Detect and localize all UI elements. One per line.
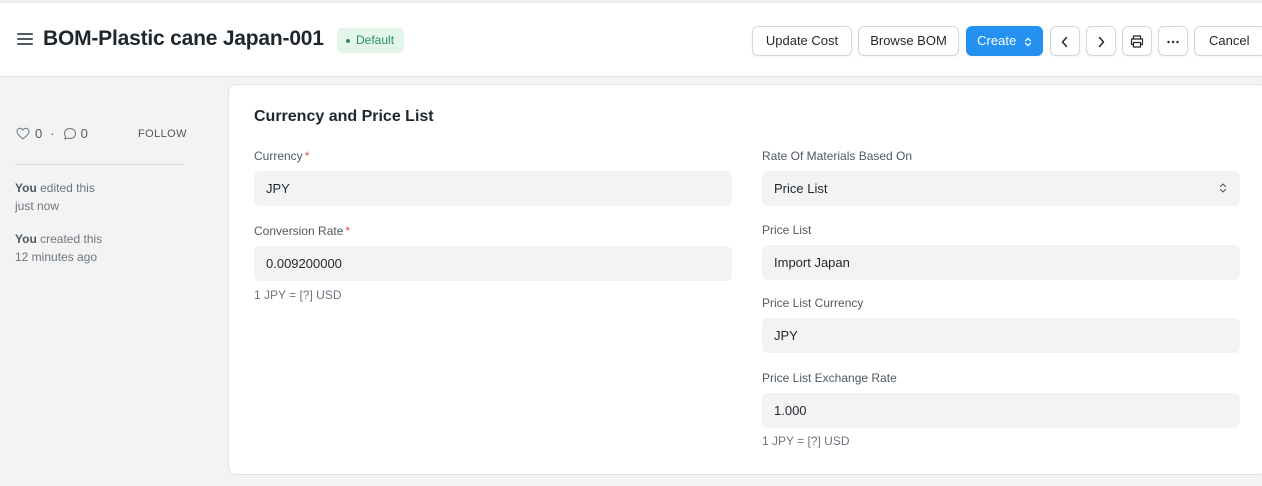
select-arrow-icon xyxy=(1219,183,1227,193)
status-badge-label: Default xyxy=(356,33,395,47)
exchange-rate-label: Price List Exchange Rate xyxy=(762,371,897,385)
print-button[interactable] xyxy=(1122,26,1152,56)
browse-bom-button[interactable]: Browse BOM xyxy=(858,26,959,56)
section-title: Currency and Price List xyxy=(254,108,434,125)
status-badge: Default xyxy=(337,28,405,53)
next-button[interactable] xyxy=(1086,26,1116,56)
page-title: BOM-Plastic cane Japan-001 xyxy=(43,27,324,50)
price-list-currency-field[interactable]: JPY xyxy=(762,318,1240,353)
update-cost-button[interactable]: Update Cost xyxy=(752,26,852,56)
price-list-currency-label: Price List Currency xyxy=(762,296,864,310)
rate-based-on-select[interactable]: Price List xyxy=(762,171,1240,206)
currency-field[interactable]: JPY xyxy=(254,171,732,206)
previous-button[interactable] xyxy=(1050,26,1080,56)
cancel-button[interactable]: Cancel xyxy=(1194,26,1262,56)
create-button-label: Create xyxy=(977,33,1017,48)
activity-action: edited this xyxy=(40,181,95,195)
activity-time: just now xyxy=(15,199,60,213)
activity-action: created this xyxy=(40,232,103,246)
price-list-label: Price List xyxy=(762,223,812,237)
currency-label: Currency * xyxy=(254,149,310,163)
sidebar-divider xyxy=(15,164,183,165)
sort-icon xyxy=(1024,37,1031,46)
printer-icon xyxy=(1130,35,1144,48)
likes-comments: 0 · 0 xyxy=(16,126,88,141)
exchange-rate-hint: 1 JPY = [?] USD xyxy=(762,434,850,448)
comments-count: 0 xyxy=(80,126,88,141)
chevron-right-icon xyxy=(1098,36,1105,47)
required-marker: * xyxy=(345,224,351,238)
activity-user: You xyxy=(15,232,37,246)
required-marker: * xyxy=(304,149,310,163)
form-section-card: Currency and Price List Currency * JPY Co… xyxy=(228,84,1262,475)
chevron-left-icon xyxy=(1061,36,1068,47)
menu-icon[interactable] xyxy=(17,33,33,46)
rate-based-on-label: Rate Of Materials Based On xyxy=(762,149,913,163)
rate-based-on-value: Price List xyxy=(774,181,828,196)
follow-button[interactable]: FOLLOW xyxy=(138,128,187,140)
more-actions-button[interactable] xyxy=(1158,26,1188,56)
status-dot-icon xyxy=(346,38,350,43)
page-header: BOM-Plastic cane Japan-001 Default Updat… xyxy=(0,3,1262,77)
more-icon xyxy=(1167,40,1179,43)
activity-item: You created this 12 minutes ago xyxy=(15,230,102,266)
create-button[interactable]: Create xyxy=(966,26,1043,56)
sidebar: 0 · 0 FOLLOW You edited this just now Yo… xyxy=(0,78,228,486)
heart-icon[interactable] xyxy=(16,127,30,140)
activity-time: 12 minutes ago xyxy=(15,250,98,264)
comment-icon[interactable] xyxy=(63,127,77,141)
conversion-rate-hint: 1 JPY = [?] USD xyxy=(254,288,342,302)
conversion-rate-label: Conversion Rate * xyxy=(254,224,351,238)
likes-count: 0 xyxy=(35,126,43,141)
separator-dot: · xyxy=(50,126,55,141)
exchange-rate-field[interactable]: 1.000 xyxy=(762,393,1240,428)
activity-item: You edited this just now xyxy=(15,179,95,215)
activity-user: You xyxy=(15,181,37,195)
conversion-rate-field[interactable]: 0.009200000 xyxy=(254,246,732,281)
price-list-field[interactable]: Import Japan xyxy=(762,245,1240,280)
